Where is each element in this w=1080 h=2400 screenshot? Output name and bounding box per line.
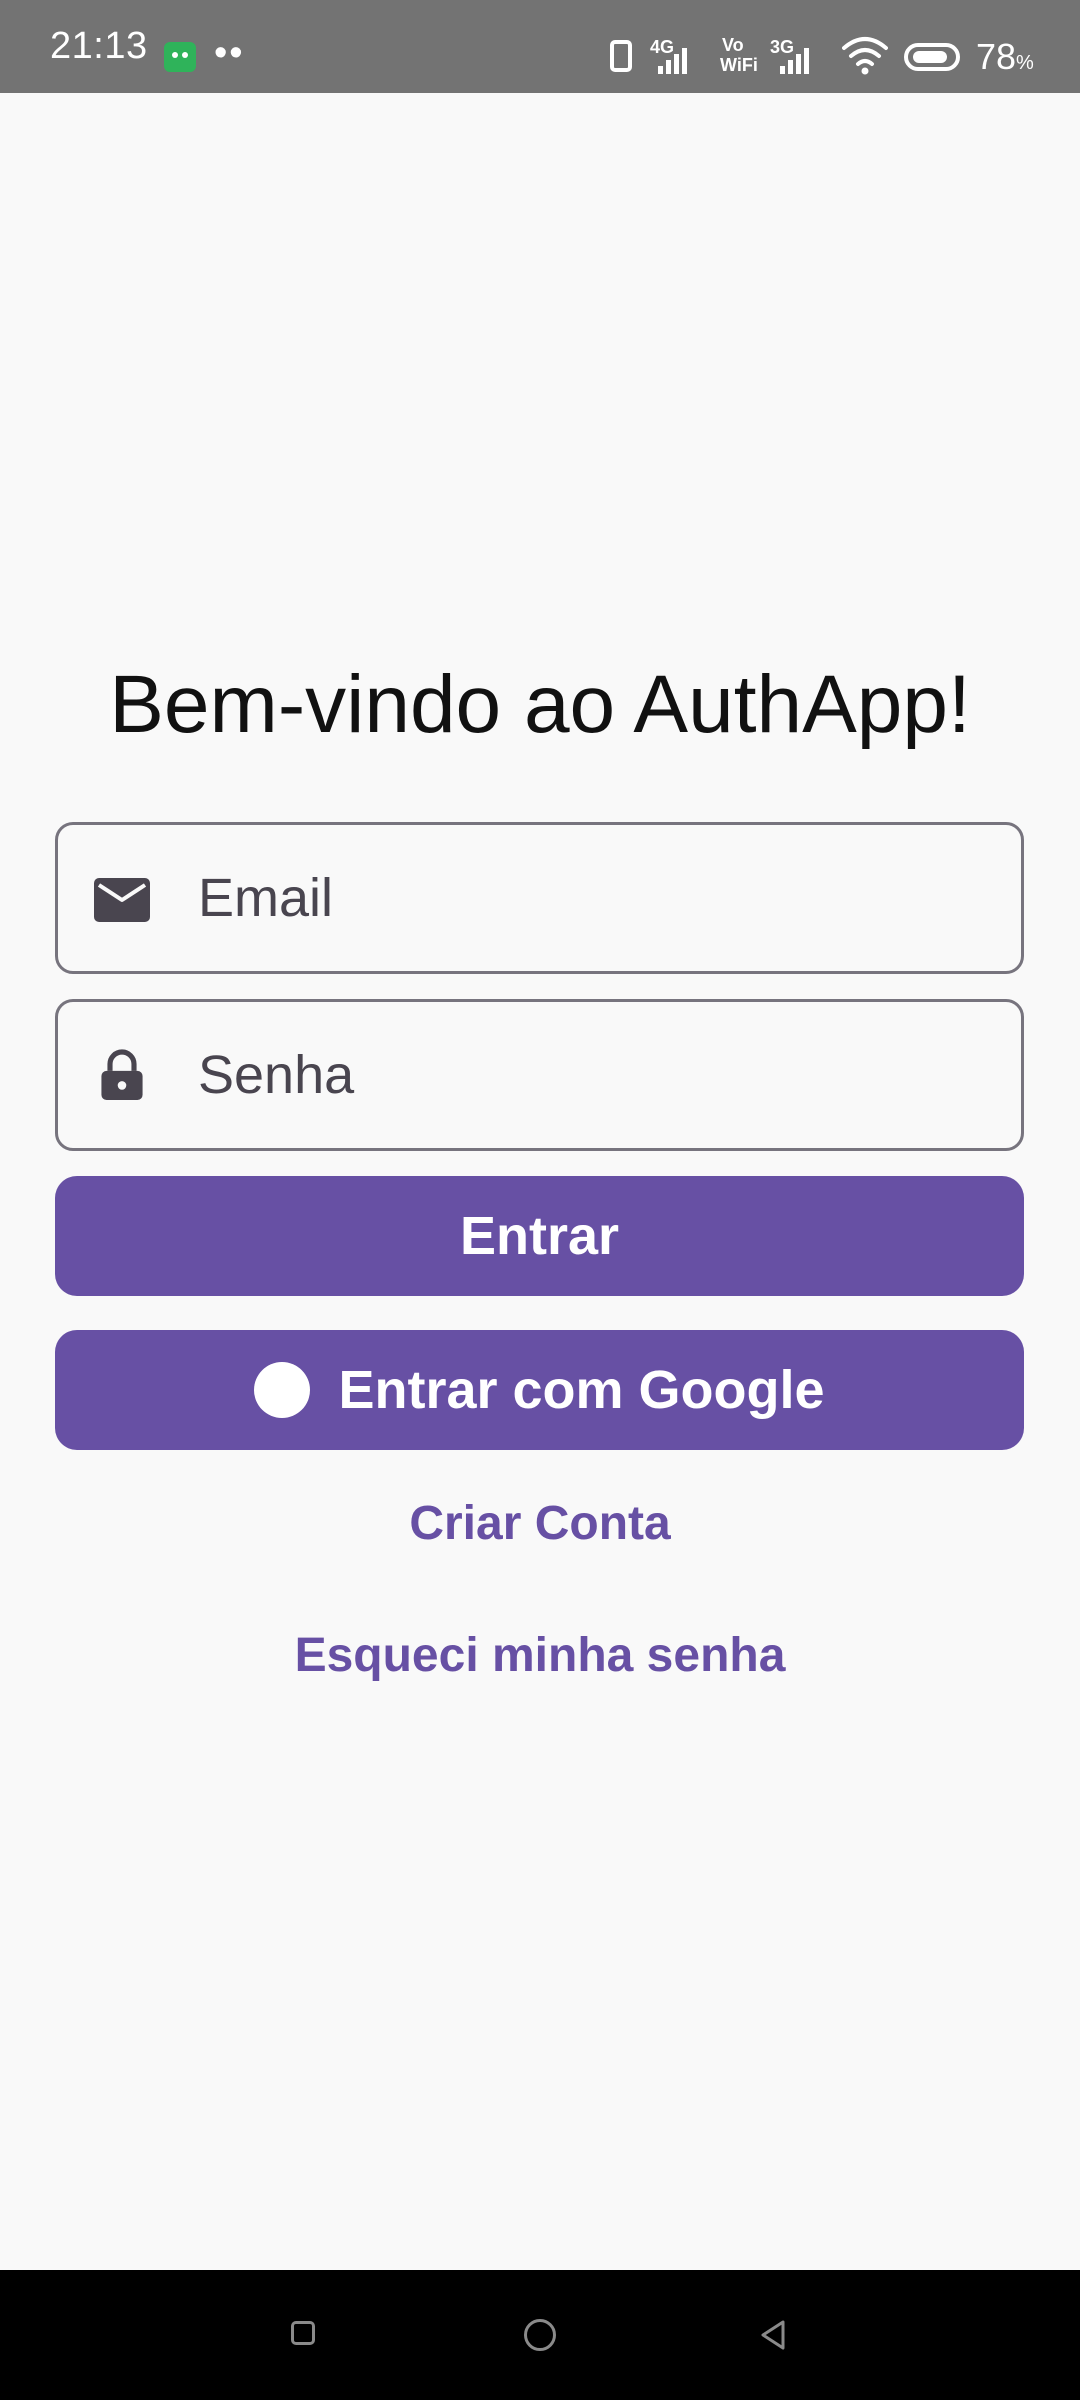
password-input[interactable]	[198, 1002, 988, 1148]
more-notifications-icon: ••	[214, 32, 245, 74]
google-login-button[interactable]: Entrar com Google	[55, 1330, 1024, 1450]
mail-icon	[94, 878, 150, 922]
password-field[interactable]	[55, 999, 1024, 1151]
status-bar: 21:13 •• 4G Vo WiFi 3G 78%	[0, 0, 1080, 93]
signal-1-icon	[658, 48, 687, 74]
email-input[interactable]	[198, 825, 988, 971]
home-icon[interactable]	[524, 2319, 556, 2351]
signal-2-icon	[780, 48, 809, 74]
vowifi-top-label: Vo	[722, 35, 744, 55]
google-login-label: Entrar com Google	[338, 1360, 825, 1420]
battery-icon	[904, 43, 960, 71]
wifi-icon	[842, 37, 888, 75]
welcome-title: Bem-vindo ao AuthApp!	[109, 659, 971, 750]
login-button[interactable]: Entrar	[55, 1176, 1024, 1296]
lock-icon	[101, 1049, 143, 1100]
vibrate-icon	[610, 40, 632, 72]
battery-percent: 78%	[976, 36, 1034, 77]
forgot-password-link[interactable]: Esqueci minha senha	[0, 1626, 1080, 1686]
vowifi-bottom-label: WiFi	[720, 55, 758, 75]
recents-icon[interactable]	[291, 2321, 315, 2345]
login-button-label: Entrar	[459, 1206, 620, 1266]
android-notification-icon	[164, 42, 196, 72]
back-icon[interactable]	[757, 2318, 791, 2352]
navigation-bar	[0, 2270, 1080, 2400]
status-time: 21:13	[50, 25, 148, 67]
email-field[interactable]	[55, 822, 1024, 974]
create-account-link[interactable]: Criar Conta	[0, 1494, 1080, 1554]
google-icon	[254, 1362, 311, 1418]
status-icons: 4G Vo WiFi 3G 78%	[610, 0, 1080, 93]
